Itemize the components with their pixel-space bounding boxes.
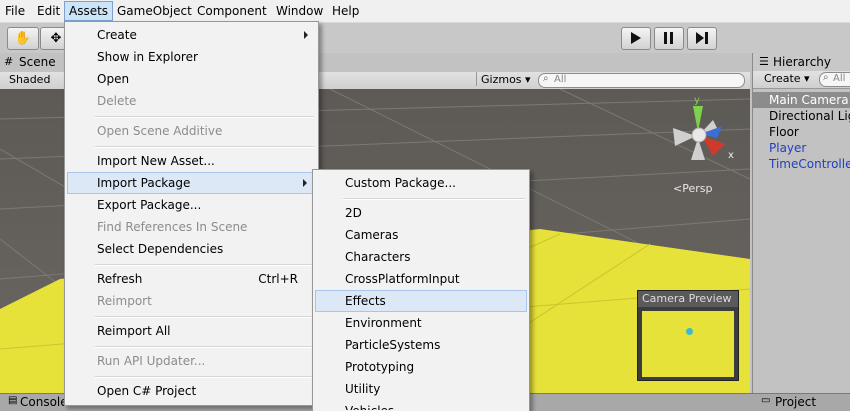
submenu-item-custom-package[interactable]: Custom Package...: [315, 172, 527, 194]
menu-assets[interactable]: Assets: [64, 1, 114, 21]
menu-separator: [343, 198, 525, 200]
submenu-arrow-icon: [303, 179, 307, 187]
pause-button[interactable]: [654, 27, 684, 50]
menu-item-refresh[interactable]: Refresh Ctrl+R: [67, 268, 316, 290]
menu-item-reimport-all[interactable]: Reimport All: [67, 320, 316, 342]
camera-preview-title: Camera Preview: [638, 291, 738, 307]
menu-separator: [95, 346, 314, 348]
hierarchy-item-timecontroller[interactable]: TimeControlle: [769, 156, 850, 172]
hierarchy-search-icon: ⌕: [823, 72, 829, 83]
console-icon: ▤: [8, 395, 18, 406]
persp-indicator[interactable]: <Persp: [673, 182, 712, 195]
menu-separator: [95, 376, 314, 378]
create-label: Create: [764, 72, 801, 85]
scene-search-input[interactable]: ⌕ All: [538, 73, 745, 88]
import-package-submenu: Custom Package... 2D Cameras Characters …: [312, 169, 530, 411]
hand-tool-button[interactable]: ✋: [7, 27, 39, 50]
submenu-item-effects[interactable]: Effects: [315, 290, 527, 312]
submenu-item-2d[interactable]: 2D: [315, 202, 527, 224]
hierarchy-tab[interactable]: Hierarchy: [773, 55, 831, 69]
submenu-item-prototyping[interactable]: Prototyping: [315, 356, 527, 378]
refresh-shortcut: Ctrl+R: [258, 272, 298, 286]
menu-item-export-package[interactable]: Export Package...: [67, 194, 316, 216]
submenu-item-utility[interactable]: Utility: [315, 378, 527, 400]
play-icon: [631, 32, 641, 44]
menu-item-select-dependencies[interactable]: Select Dependencies: [67, 238, 316, 260]
menu-item-find-references[interactable]: Find References In Scene: [67, 216, 316, 238]
submenu-item-vehicles[interactable]: Vehicles: [315, 400, 527, 410]
menu-gameobject[interactable]: GameObject: [113, 2, 196, 20]
hierarchy-panel: ☰ Hierarchy Create ▾ ⌕ All Main Camera D…: [752, 53, 850, 393]
project-tab[interactable]: Project: [775, 395, 816, 409]
pause-icon: [664, 32, 673, 44]
hand-icon: ✋: [14, 31, 32, 46]
menu-edit[interactable]: Edit: [33, 2, 64, 20]
hierarchy-search-input[interactable]: ⌕ All: [819, 72, 850, 87]
hierarchy-item-directional-light[interactable]: Directional Ligh: [769, 108, 850, 124]
play-button[interactable]: [621, 27, 651, 50]
assets-menu: Create Show in Explorer Open Delete Open…: [64, 21, 319, 406]
gizmo-x-label: x: [728, 150, 734, 161]
submenu-item-crossplatforminput[interactable]: CrossPlatformInput: [315, 268, 527, 290]
gizmo-y-label: y: [694, 95, 700, 106]
camera-preview: Camera Preview: [637, 290, 739, 381]
menu-bar: File Edit Assets GameObject Component Wi…: [0, 0, 850, 23]
hierarchy-create-dropdown[interactable]: Create ▾: [764, 72, 810, 85]
menu-separator: [95, 116, 314, 118]
scene-grid-icon: #: [4, 55, 14, 68]
hierarchy-search-placeholder: All: [833, 73, 846, 84]
hierarchy-toolbar: Create ▾ ⌕ All: [753, 71, 850, 89]
menu-item-import-new-asset[interactable]: Import New Asset...: [67, 150, 316, 172]
hierarchy-item-floor[interactable]: Floor: [769, 124, 799, 140]
menu-item-create[interactable]: Create: [67, 24, 316, 46]
menu-component[interactable]: Component: [193, 2, 271, 20]
menu-item-refresh-label: Refresh: [97, 272, 143, 286]
menu-separator: [95, 316, 314, 318]
move-icon: ✥: [50, 31, 62, 46]
gizmos-dropdown[interactable]: Gizmos ▾: [476, 72, 535, 86]
submenu-item-cameras[interactable]: Cameras: [315, 224, 527, 246]
menu-item-open-csharp-project[interactable]: Open C# Project: [67, 380, 316, 402]
hierarchy-icon: ☰: [759, 55, 769, 68]
persp-label: Persp: [682, 182, 713, 195]
menu-item-create-label: Create: [97, 28, 137, 42]
menu-help[interactable]: Help: [328, 2, 363, 20]
menu-item-delete[interactable]: Delete: [67, 90, 316, 112]
step-icon: [696, 32, 708, 44]
menu-item-run-api-updater[interactable]: Run API Updater...: [67, 350, 316, 372]
shading-dropdown[interactable]: Shaded: [9, 73, 50, 86]
menu-item-reimport[interactable]: Reimport: [67, 290, 316, 312]
menu-item-import-package-label: Import Package: [97, 176, 191, 190]
menu-file[interactable]: File: [1, 2, 29, 20]
submenu-item-characters[interactable]: Characters: [315, 246, 527, 268]
hierarchy-tab-bar: ☰ Hierarchy: [753, 53, 850, 71]
menu-item-open[interactable]: Open: [67, 68, 316, 90]
hierarchy-item-player[interactable]: Player: [769, 140, 806, 156]
scene-search-placeholder: All: [554, 74, 567, 85]
menu-separator: [95, 146, 314, 148]
camera-preview-image: [642, 311, 734, 377]
menu-item-open-scene-additive[interactable]: Open Scene Additive: [67, 120, 316, 142]
menu-item-show-in-explorer[interactable]: Show in Explorer: [67, 46, 316, 68]
submenu-item-particlesystems[interactable]: ParticleSystems: [315, 334, 527, 356]
gizmos-label: Gizmos: [481, 73, 522, 86]
orientation-gizmo[interactable]: y x: [665, 94, 740, 169]
step-button[interactable]: [687, 27, 717, 50]
menu-window[interactable]: Window: [272, 2, 327, 20]
player-dot: [686, 328, 693, 335]
project-folder-icon: ▭: [761, 395, 771, 406]
scene-tab[interactable]: Scene: [19, 55, 56, 69]
search-icon: ⌕: [543, 73, 549, 84]
submenu-item-environment[interactable]: Environment: [315, 312, 527, 334]
menu-item-import-package[interactable]: Import Package: [67, 172, 316, 194]
hierarchy-item-main-camera[interactable]: Main Camera: [769, 92, 849, 108]
submenu-arrow-icon: [304, 31, 308, 39]
console-tab[interactable]: Console: [20, 395, 68, 409]
menu-separator: [95, 264, 314, 266]
